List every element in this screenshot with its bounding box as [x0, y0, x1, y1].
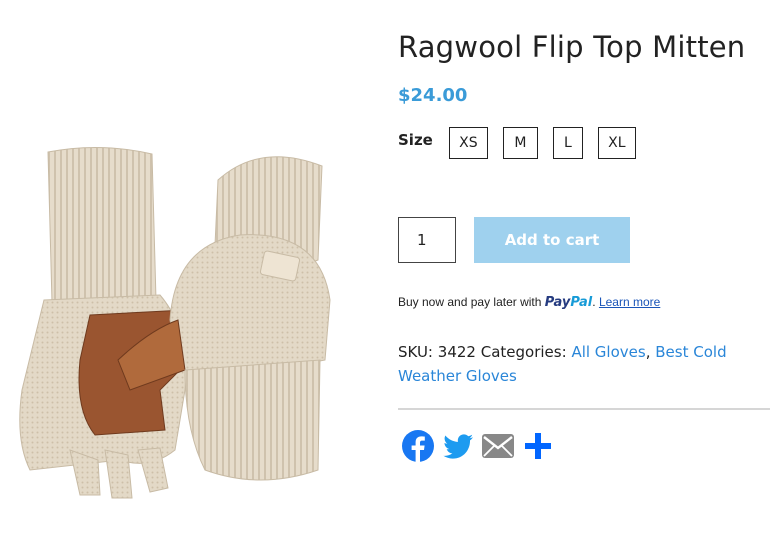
paypal-message: Buy now and pay later with PayPal. Learn…	[398, 295, 660, 310]
product-price: $24.00	[398, 85, 468, 106]
add-to-cart-form: Add to cart	[398, 217, 630, 263]
size-label: Size	[398, 131, 433, 149]
product-title: Ragwool Flip Top Mitten	[398, 30, 746, 64]
learn-more-link[interactable]: Learn more	[599, 295, 660, 309]
category-link-all-gloves[interactable]: All Gloves	[571, 343, 645, 361]
twitter-icon[interactable]	[441, 429, 475, 463]
mitten-illustration	[19, 146, 331, 499]
size-option-xl[interactable]: XL	[597, 127, 636, 159]
quantity-input[interactable]	[398, 217, 456, 263]
size-option-l[interactable]: L	[552, 127, 583, 159]
size-option-xs[interactable]: XS	[448, 127, 488, 159]
product-image[interactable]	[0, 30, 360, 500]
size-option-m[interactable]: M	[502, 127, 538, 159]
add-to-cart-button[interactable]: Add to cart	[474, 217, 630, 263]
share-buttons	[401, 429, 561, 463]
share-icon[interactable]	[521, 429, 555, 463]
paypal-logo-pay: Pay	[544, 295, 571, 310]
size-selector: Size XS M L XL	[398, 127, 651, 159]
paypal-logo-pal: Pal	[570, 295, 593, 310]
email-icon[interactable]	[481, 429, 515, 463]
divider	[398, 408, 770, 410]
sku-value: 3422	[437, 343, 476, 361]
paypal-suffix: .	[592, 295, 596, 309]
paypal-prefix: Buy now and pay later with	[398, 295, 542, 309]
category-separator: ,	[645, 343, 651, 361]
sku-label: SKU:	[398, 343, 433, 361]
facebook-icon[interactable]	[401, 429, 435, 463]
categories-label: Categories:	[480, 343, 567, 361]
product-meta: SKU: 3422 Categories: All Gloves, Best C…	[398, 340, 758, 388]
paypal-logo: PayPal	[545, 295, 592, 310]
